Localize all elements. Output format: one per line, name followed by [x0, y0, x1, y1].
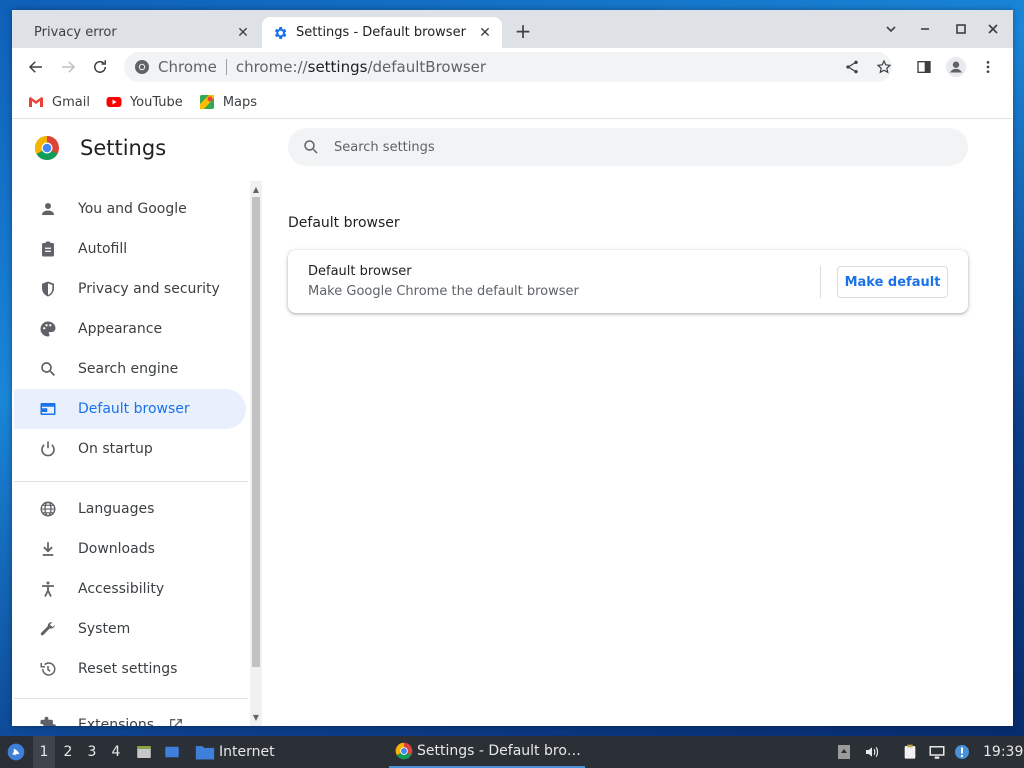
make-default-button[interactable]: Make default [837, 266, 948, 298]
history-icon [38, 659, 58, 679]
bookmarks-bar: Gmail YouTube Maps [12, 86, 1013, 119]
close-icon[interactable]: ✕ [232, 22, 254, 44]
card-subtitle: Make Google Chrome the default browser [308, 284, 579, 299]
site-name: Chrome [158, 58, 217, 76]
bookmark-gmail[interactable]: Gmail [28, 94, 90, 110]
accessibility-icon [38, 579, 58, 599]
volume-icon[interactable] [862, 736, 882, 768]
sidebar-item-accessibility[interactable]: Accessibility [14, 569, 246, 609]
gmail-icon [28, 94, 44, 110]
taskbar: 1 2 3 4 Internet Settings - Default bro… [0, 736, 1024, 768]
chevron-down-icon[interactable] [880, 18, 902, 40]
file-manager-icon[interactable] [134, 736, 154, 768]
maximize-icon[interactable] [950, 18, 972, 40]
sidebar-item-on-startup[interactable]: On startup [14, 429, 246, 469]
taskbar-task-chrome[interactable]: Settings - Default bro… [389, 736, 585, 768]
close-window-icon[interactable] [982, 18, 1004, 40]
omnibox-divider [225, 59, 227, 75]
browser-window: Privacy error ✕ Settings - Default brows… [12, 10, 1013, 726]
sidebar-item-reset-settings[interactable]: Reset settings [14, 649, 246, 689]
chrome-logo-icon [34, 135, 60, 161]
back-button[interactable] [22, 53, 50, 81]
clipboard-icon [38, 239, 58, 259]
reload-button[interactable] [86, 53, 114, 81]
maps-icon [199, 94, 215, 110]
desktop-icon[interactable] [162, 736, 182, 768]
sidebar-divider [14, 481, 248, 482]
settings-sidebar: You and Google Autofill Privacy and secu… [12, 181, 248, 726]
palette-icon [38, 319, 58, 339]
taskbar-folder-internet[interactable]: Internet [195, 736, 275, 768]
address-bar[interactable]: Chrome chrome://settings/defaultBrowser [124, 52, 892, 82]
tab-settings[interactable]: Settings - Default browser ✕ [262, 17, 502, 48]
url-text: chrome://settings/defaultBrowser [235, 58, 487, 76]
new-tab-button[interactable]: + [512, 19, 534, 43]
sidebar-item-you-and-google[interactable]: You and Google [14, 189, 246, 229]
youtube-icon [106, 94, 122, 110]
settings-header: Settings [34, 135, 166, 161]
sidebar-item-system[interactable]: System [14, 609, 246, 649]
minimize-icon[interactable] [914, 18, 936, 40]
browser-window-icon [38, 399, 58, 419]
network-icon[interactable] [926, 736, 948, 768]
bookmark-youtube[interactable]: YouTube [106, 94, 183, 110]
bookmark-maps[interactable]: Maps [199, 94, 257, 110]
chrome-icon [395, 742, 413, 760]
sidebar-item-appearance[interactable]: Appearance [14, 309, 246, 349]
bookmark-star-icon[interactable] [870, 53, 898, 81]
tray-arrow-icon[interactable] [834, 736, 854, 768]
puzzle-icon [38, 715, 58, 726]
workspace-2[interactable]: 2 [57, 736, 79, 768]
side-panel-icon[interactable] [910, 53, 938, 81]
clipboard-tray-icon[interactable] [900, 736, 920, 768]
scroll-down-icon[interactable]: ▼ [250, 711, 262, 723]
search-icon [302, 138, 320, 156]
sidebar-divider [14, 698, 248, 699]
sidebar-item-privacy-and-security[interactable]: Privacy and security [14, 269, 246, 309]
external-link-icon [168, 717, 184, 726]
notification-icon[interactable] [952, 736, 972, 768]
wrench-icon [38, 619, 58, 639]
workspace-1[interactable]: 1 [33, 736, 55, 768]
shield-icon [38, 279, 58, 299]
tab-title: Privacy error [34, 25, 117, 40]
sidebar-item-downloads[interactable]: Downloads [14, 529, 246, 569]
scrollbar-thumb[interactable] [252, 197, 260, 667]
globe-icon [38, 499, 58, 519]
workspace-4[interactable]: 4 [105, 736, 127, 768]
search-icon [38, 359, 58, 379]
card-divider [820, 266, 821, 298]
sidebar-item-search-engine[interactable]: Search engine [14, 349, 246, 389]
workspace-3[interactable]: 3 [81, 736, 103, 768]
close-icon[interactable]: ✕ [474, 22, 496, 44]
tab-strip: Privacy error ✕ Settings - Default brows… [12, 10, 1013, 48]
card-title: Default browser [308, 264, 412, 279]
sidebar-item-languages[interactable]: Languages [14, 489, 246, 529]
sidebar-item-default-browser[interactable]: Default browser [14, 389, 246, 429]
tab-privacy-error[interactable]: Privacy error ✕ [20, 17, 260, 48]
download-icon [38, 539, 58, 559]
settings-title: Settings [80, 136, 167, 160]
search-placeholder: Search settings [334, 139, 435, 155]
power-icon [38, 439, 58, 459]
chrome-icon [134, 59, 150, 75]
clock: 19:39 [983, 744, 1024, 760]
settings-page: Settings Search settings You and Google … [12, 119, 1013, 726]
search-settings-input[interactable]: Search settings [288, 128, 968, 166]
sidebar-item-autofill[interactable]: Autofill [14, 229, 246, 269]
sidebar-item-extensions[interactable]: Extensions [14, 705, 246, 726]
profile-avatar-icon[interactable] [942, 53, 970, 81]
settings-gear-icon [272, 25, 288, 41]
share-icon[interactable] [838, 53, 866, 81]
tab-title: Settings - Default browser [296, 25, 466, 40]
section-title: Default browser [288, 215, 400, 231]
start-menu-icon[interactable] [4, 736, 28, 768]
menu-kebab-icon[interactable] [974, 53, 1002, 81]
scroll-up-icon[interactable]: ▲ [250, 183, 262, 195]
sidebar-scrollbar[interactable]: ▲ ▼ [250, 181, 262, 726]
person-icon [38, 199, 58, 219]
default-browser-card: Default browser Make Google Chrome the d… [288, 250, 968, 313]
forward-button[interactable] [54, 53, 82, 81]
toolbar: Chrome chrome://settings/defaultBrowser [12, 48, 1013, 86]
